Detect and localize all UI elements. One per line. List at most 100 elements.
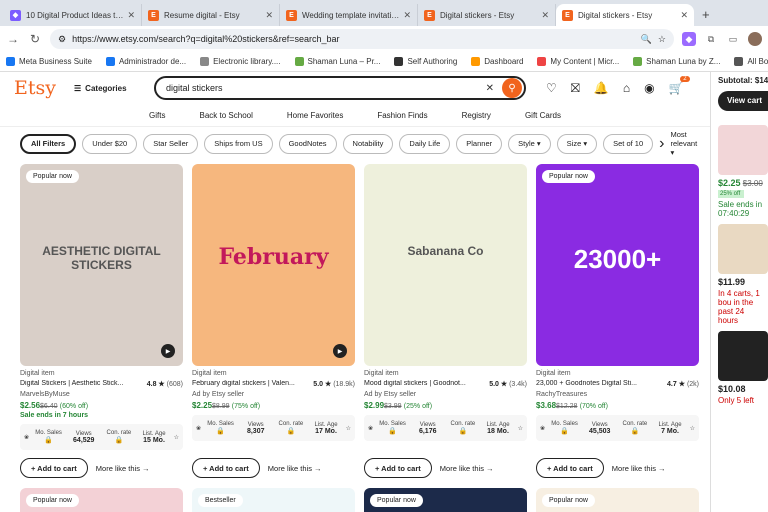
stats-star-icon[interactable]: ☆ [690, 425, 695, 432]
more-like-this-link[interactable]: More like this → [612, 464, 666, 473]
more-like-this-link[interactable]: More like this → [440, 464, 494, 473]
browser-tab[interactable]: E Digital stickers - Etsy ✕ [418, 4, 556, 26]
browser-tab[interactable]: E Wedding template invitations ✕ [280, 4, 418, 26]
shop-name[interactable]: MarvelsByMuse [20, 391, 183, 398]
bookmark-star-icon[interactable]: ☆ [658, 34, 666, 45]
subnav-item[interactable]: Gifts [149, 111, 165, 120]
sidebar-thumb-2[interactable] [718, 224, 768, 274]
profile-avatar[interactable] [748, 32, 762, 46]
listing-card[interactable]: February ▶ Digital item February digital st… [192, 164, 355, 478]
subnav-item[interactable]: Gift Cards [525, 111, 561, 120]
reload-icon[interactable]: ↻ [28, 32, 42, 46]
bookmark-favicon-icon [471, 57, 481, 66]
bookmark-item[interactable]: Self Authoring [394, 57, 457, 66]
browser-tab[interactable]: E Resume digital - Etsy ✕ [142, 4, 280, 26]
filter-chip[interactable]: Notability [342, 133, 394, 154]
subnav-item[interactable]: Fashion Finds [377, 111, 427, 120]
clear-search-icon[interactable]: ✕ [486, 83, 494, 94]
shop-name[interactable]: RachyTreasures [536, 391, 699, 398]
bookmark-item[interactable]: Administrador de... [105, 57, 186, 66]
filter-chip[interactable]: Planner [456, 133, 503, 154]
forward-icon[interactable]: → [6, 32, 20, 46]
stats-star-icon[interactable]: ☆ [174, 434, 179, 441]
bookmark-item[interactable]: Meta Business Suite [6, 57, 92, 66]
add-to-cart-button[interactable]: + Add to cart [20, 458, 88, 478]
new-tab-icon[interactable]: + [702, 7, 710, 22]
listing-image[interactable]: Bestseller [192, 488, 355, 512]
listing-card[interactable]: Sabanana Co Digital item Mood digital stic… [364, 164, 527, 478]
view-cart-button[interactable]: View cart [718, 91, 768, 111]
filter-scroll-right-icon[interactable]: › [659, 135, 664, 153]
stat-value: 18 Mo. [487, 427, 509, 435]
listing-image[interactable]: Sabanana Co [364, 164, 527, 366]
sidebar-thumb-3[interactable] [718, 331, 768, 381]
sort-dropdown[interactable]: Most relevant ▾ [670, 130, 697, 157]
add-to-cart-button[interactable]: + Add to cart [192, 458, 260, 478]
video-play-icon[interactable]: ▶ [161, 344, 175, 358]
puzzle-icon[interactable]: ⧉ [704, 32, 718, 46]
bookmark-item[interactable]: Electronic library.... [200, 57, 281, 66]
listing-title[interactable]: 23,000 + Goodnotes Digital Sti... [536, 380, 656, 388]
subnav-item[interactable]: Registry [462, 111, 491, 120]
bookmark-item[interactable]: Dashboard [471, 57, 523, 66]
filter-chip[interactable]: All Filters [20, 133, 77, 154]
notifications-bell-icon[interactable]: 🔔 [594, 81, 609, 95]
search-button[interactable]: ⚲ [502, 78, 522, 98]
add-to-cart-button[interactable]: + Add to cart [536, 458, 604, 478]
subnav-item[interactable]: Back to School [200, 111, 253, 120]
filter-chip[interactable]: Size ▾ [556, 133, 598, 154]
tab-close-icon[interactable]: ✕ [127, 10, 135, 21]
shop-name[interactable]: Ad by Etsy seller [192, 391, 355, 398]
etsy-logo[interactable]: Etsy [14, 77, 64, 99]
listing-image[interactable]: 23000+ Popular now [536, 164, 699, 366]
video-play-icon[interactable]: ▶ [333, 344, 347, 358]
listing-title[interactable]: February digital stickers | Valen... [192, 380, 312, 388]
bookmark-item[interactable]: All Bookm [734, 57, 768, 66]
browser-tab[interactable]: E Digital stickers - Etsy ✕ [556, 4, 694, 26]
sidepanel-icon[interactable]: ▭ [726, 32, 740, 46]
tab-close-icon[interactable]: ✕ [265, 10, 273, 21]
stats-star-icon[interactable]: ☆ [346, 425, 351, 432]
listing-card[interactable]: 23000+ Popular now Digital item 23,000 + Go… [536, 164, 699, 478]
tab-close-icon[interactable]: ✕ [403, 10, 411, 21]
browser-tab[interactable]: ◆ 10 Digital Product Ideas that s ✕ [4, 4, 142, 26]
subnav-item[interactable]: Home Favorites [287, 111, 343, 120]
filter-chip[interactable]: Under $20 [82, 133, 138, 154]
bookmark-item[interactable]: My Content | Micr... [537, 57, 619, 66]
site-settings-icon[interactable]: ⚙ [58, 34, 66, 45]
more-like-this-link[interactable]: More like this → [96, 464, 150, 473]
tab-close-icon[interactable]: ✕ [541, 10, 549, 21]
more-like-this-link[interactable]: More like this → [268, 464, 322, 473]
filter-chip[interactable]: GoodNotes [278, 133, 337, 154]
listing-card[interactable]: AESTHETIC DIGITAL STICKERS Popular now ▶ Di… [20, 164, 183, 478]
listing-image[interactable]: Popular now [536, 488, 699, 512]
filter-chip[interactable]: Star Seller [143, 133, 199, 154]
search-input[interactable]: digital stickers ✕ ⚲ [154, 76, 526, 100]
listing-image[interactable]: Popular now [20, 488, 183, 512]
shop-icon[interactable]: ⌂ [623, 81, 630, 95]
filter-chip[interactable]: Daily Life [399, 133, 451, 154]
listing-image[interactable]: February ▶ [192, 164, 355, 366]
bookmark-item[interactable]: Shaman Luna by Z... [633, 57, 720, 66]
sidebar-thumb-1[interactable] [718, 125, 768, 175]
zoom-icon[interactable]: 🔍 [641, 34, 652, 45]
filter-chip[interactable]: Ships from US [204, 133, 273, 154]
filter-chip[interactable]: Set of 10 [603, 133, 654, 154]
stats-star-icon[interactable]: ☆ [518, 425, 523, 432]
cart-icon[interactable]: 🛒 2 [669, 76, 690, 95]
url-omnibox[interactable]: ⚙ https://www.etsy.com/search?q=digital%… [50, 29, 674, 49]
listing-title[interactable]: Digital Stickers | Aesthetic Stick... [20, 380, 140, 388]
tab-close-icon[interactable]: ✕ [680, 10, 688, 21]
bookmark-item[interactable]: Shaman Luna – Pr... [294, 57, 380, 66]
categories-button[interactable]: ☰ Categories [74, 84, 144, 93]
favorites-heart-icon[interactable]: ♡ [546, 81, 557, 95]
filter-chip[interactable]: Style ▾ [508, 133, 551, 154]
listing-image[interactable]: AESTHETIC DIGITAL STICKERS Popular now ▶ [20, 164, 183, 366]
listing-image[interactable]: Popular now [364, 488, 527, 512]
account-avatar-icon[interactable]: ◉ [644, 81, 654, 95]
listing-title[interactable]: Mood digital stickers | Goodnot... [364, 380, 484, 388]
gift-icon[interactable]: ⛝ [571, 81, 580, 96]
add-to-cart-button[interactable]: + Add to cart [364, 458, 432, 478]
extension-icon[interactable]: ◆ [682, 32, 696, 46]
shop-name[interactable]: Ad by Etsy seller [364, 391, 527, 398]
